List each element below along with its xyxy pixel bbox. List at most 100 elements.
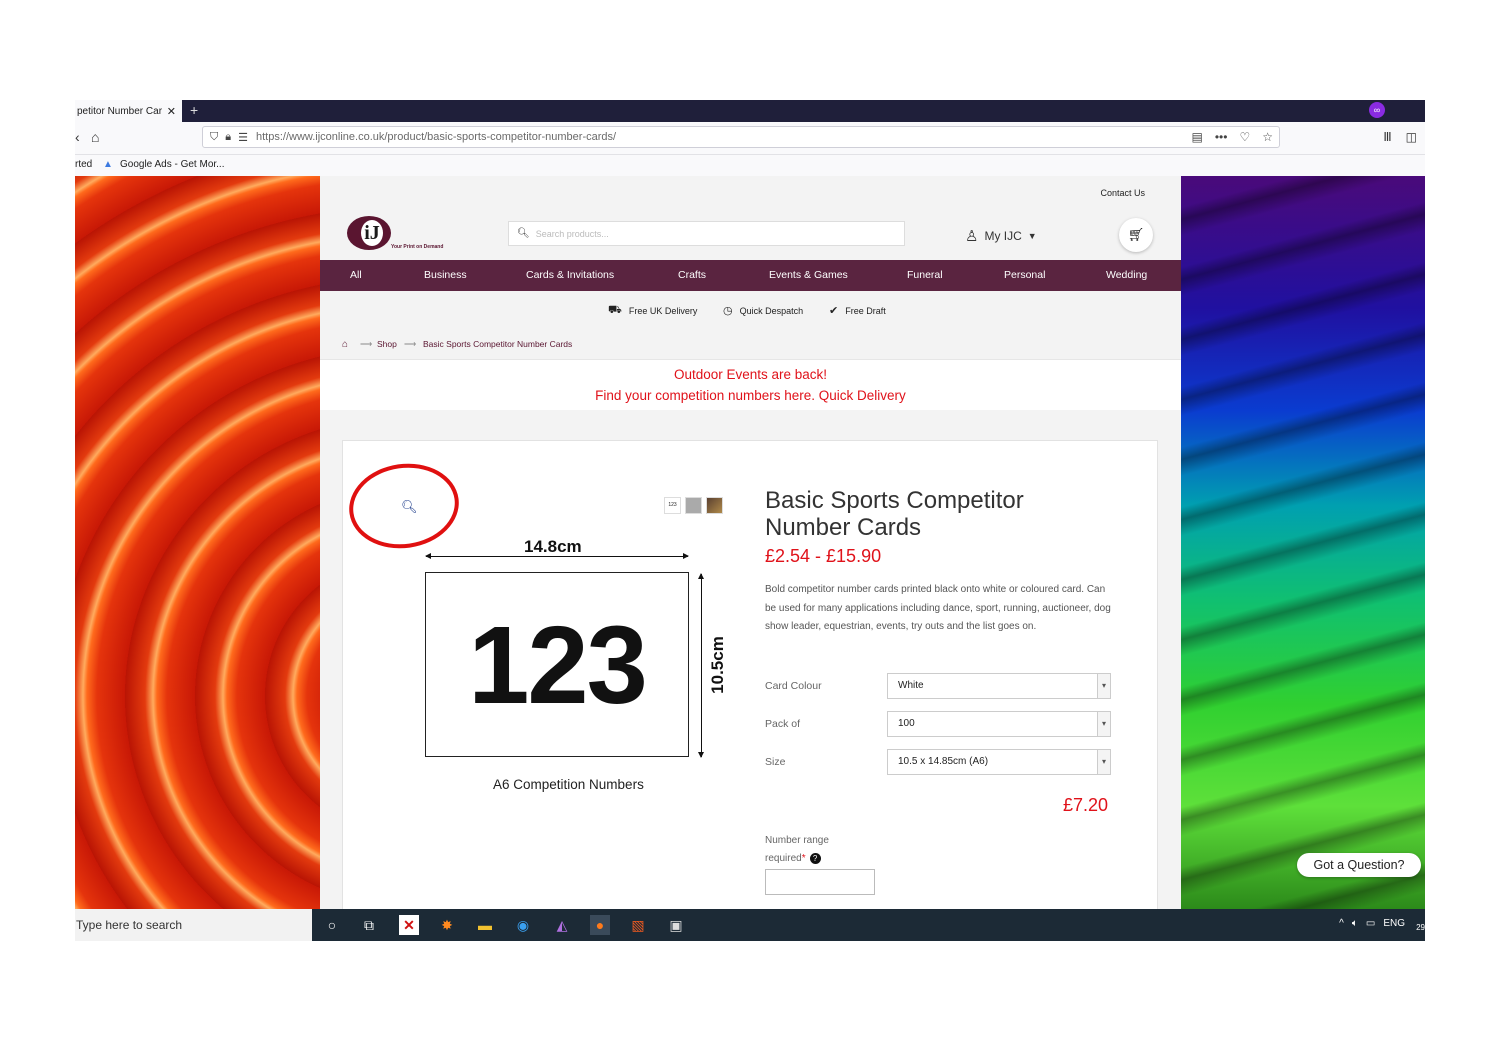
account-menu[interactable]: ♙ My IJC ▼ — [965, 227, 1037, 245]
taskbar-search[interactable]: Type here to search — [75, 909, 312, 941]
home-icon[interactable]: ⌂ — [91, 129, 99, 145]
zoom-icon[interactable]: 🔍︎ — [401, 499, 418, 515]
lock-icon[interactable]: 🔒︎ — [225, 131, 231, 144]
firefox-icon[interactable]: ● — [590, 915, 610, 935]
cortana-icon[interactable]: ○ — [322, 915, 342, 935]
website: Contact Us iJ Your Print on Demand 🔍︎ Se… — [320, 176, 1181, 909]
bookmark-item[interactable]: Google Ads - Get Mor... — [120, 159, 225, 170]
nav-item-cards-invitations[interactable]: Cards & Invitations — [526, 260, 614, 291]
selected-price: £7.20 — [1063, 795, 1109, 815]
chat-widget[interactable]: Got a Question? — [1297, 853, 1421, 877]
back-icon[interactable]: ‹ — [75, 129, 80, 145]
arrow-right-icon: ⟶ — [360, 339, 373, 349]
feature-label: Free Draft — [845, 305, 886, 316]
bookmark-item[interactable]: rted — [75, 159, 92, 170]
home-icon[interactable]: ⌂ — [342, 339, 348, 350]
features-bar: ⛟ Free UK Delivery ◷ Quick Despatch ✔ Fr… — [320, 291, 1181, 329]
height-label: 10.5cm — [708, 636, 727, 694]
url-bar[interactable]: ⛉ 🔒︎ ☰ https://www.ijconline.co.uk/produ… — [202, 126, 1280, 148]
product-title: Basic Sports Competitor Number Cards — [765, 487, 1024, 541]
app-window-icon[interactable]: ▣ — [666, 915, 686, 935]
network-icon[interactable]: ▭ — [1366, 918, 1375, 929]
volume-icon[interactable]: 🔈︎ — [1352, 918, 1358, 929]
number-range-input[interactable] — [765, 869, 875, 895]
width-label: 14.8cm — [524, 537, 582, 556]
tab-bar: petitor Number Car ✕ + ∞ — [75, 100, 1425, 122]
search-input[interactable]: 🔍︎ Search products... — [508, 221, 905, 246]
thumbnail[interactable] — [685, 497, 702, 514]
chevron-up-icon[interactable]: ^ — [1339, 918, 1344, 929]
size-select[interactable]: 10.5 x 14.85cm (A6) ▾ — [887, 749, 1111, 775]
system-tray: ^ 🔈︎ ▭ ENG — [1339, 918, 1405, 929]
logo-tagline: Your Print on Demand — [391, 244, 444, 250]
logo-letter: iJ — [361, 220, 383, 246]
new-tab-icon[interactable]: + — [190, 102, 198, 118]
feature-label: Quick Despatch — [739, 305, 804, 316]
wallpaper-right — [1181, 176, 1425, 909]
wallpaper-left — [75, 176, 320, 909]
feature-draft: ✔ Free Draft — [829, 304, 886, 317]
thumbnail[interactable] — [706, 497, 723, 514]
reader-view-icon[interactable]: ▤ — [1192, 130, 1203, 144]
language-indicator[interactable]: ENG — [1383, 918, 1405, 929]
nav-item-crafts[interactable]: Crafts — [678, 260, 706, 291]
option-label: Size — [765, 756, 786, 768]
pocket-icon[interactable]: ♡ — [1239, 130, 1250, 144]
nav-item-events-games[interactable]: Events & Games — [769, 260, 848, 291]
breadcrumb: ⌂ ⟶ Shop ⟶ Basic Sports Competitor Numbe… — [320, 328, 1181, 360]
sample-number-card: 123 — [425, 572, 689, 757]
clock[interactable]: 29 — [1416, 923, 1425, 932]
nav-item-all[interactable]: All — [350, 260, 362, 291]
url-text[interactable]: https://www.ijconline.co.uk/product/basi… — [256, 131, 616, 143]
nav-item-personal[interactable]: Personal — [1004, 260, 1045, 291]
cart-button[interactable]: 🛒︎ — [1119, 218, 1153, 252]
option-label: Pack of — [765, 718, 801, 730]
category-nav: All Business Cards & Invitations Crafts … — [320, 260, 1181, 291]
bookmarks-bar: rted ▲ Google Ads - Get Mor... — [75, 155, 1425, 176]
nav-item-business[interactable]: Business — [424, 260, 467, 291]
file-explorer-icon[interactable]: ▬ — [475, 915, 495, 935]
select-value: 10.5 x 14.85cm (A6) — [898, 756, 989, 767]
thumbnail[interactable]: 123 — [664, 497, 681, 514]
site-header: Contact Us iJ Your Print on Demand 🔍︎ Se… — [320, 176, 1181, 260]
permissions-icon[interactable]: ☰ — [238, 131, 248, 144]
pack-of-select[interactable]: 100 ▾ — [887, 711, 1111, 737]
extension-icon[interactable]: ∞ — [1369, 102, 1385, 118]
search-placeholder: Search products... — [535, 228, 609, 239]
library-icon[interactable]: Ⅲ — [1383, 130, 1391, 144]
clock-icon: ◷ — [723, 305, 733, 317]
logo[interactable]: iJ Your Print on Demand — [347, 216, 467, 254]
promo-line: Outdoor Events are back! — [673, 367, 828, 382]
breadcrumb-shop[interactable]: Shop — [377, 339, 397, 349]
cart-icon: 🛒︎ — [1127, 227, 1145, 242]
close-icon[interactable]: ✕ — [167, 105, 176, 118]
card-colour-select[interactable]: White ▾ — [887, 673, 1111, 699]
help-icon[interactable]: ? — [809, 853, 821, 864]
option-label: Card Colour — [765, 680, 822, 692]
shield-icon[interactable]: ⛉ — [210, 131, 218, 144]
bookmark-star-icon[interactable]: ☆ — [1262, 130, 1273, 144]
height-arrow — [698, 573, 704, 758]
feature-delivery: ⛟ Free UK Delivery — [608, 304, 697, 318]
edge-icon[interactable]: ◉ — [513, 915, 533, 935]
app-x-icon[interactable]: ✕ — [399, 915, 419, 935]
app-stripes-icon[interactable]: ▧ — [628, 915, 648, 935]
browser-tab[interactable]: petitor Number Car ✕ — [75, 100, 182, 122]
task-view-icon[interactable]: ⧉ — [359, 915, 379, 935]
promo-banner: Outdoor Events are back! Find your compe… — [320, 360, 1181, 410]
affinity-icon[interactable]: ◭ — [552, 915, 572, 935]
sidebar-icon[interactable]: ◫ — [1406, 130, 1417, 144]
account-label: My IJC — [984, 229, 1022, 243]
product-description: Bold competitor number cards printed bla… — [765, 584, 1111, 632]
thumbnail-strip: 123 — [664, 497, 723, 514]
contact-link[interactable]: Contact Us — [1100, 188, 1145, 198]
more-icon[interactable]: ••• — [1215, 130, 1228, 144]
product-card: 🔍︎ 123 14.8cm 123 10.5cm A6 Competition … — [342, 440, 1158, 909]
chevron-down-icon: ▼ — [1027, 231, 1037, 241]
check-icon: ✔ — [829, 305, 839, 317]
nav-item-wedding[interactable]: Wedding — [1106, 260, 1147, 291]
nav-item-funeral[interactable]: Funeral — [907, 260, 943, 291]
chevron-down-icon: ▾ — [1097, 674, 1110, 698]
avast-icon[interactable]: ✸ — [437, 915, 457, 935]
screenshot: petitor Number Car ✕ + ∞ ‹ ⌂ ⛉ 🔒︎ ☰ http… — [75, 100, 1425, 941]
